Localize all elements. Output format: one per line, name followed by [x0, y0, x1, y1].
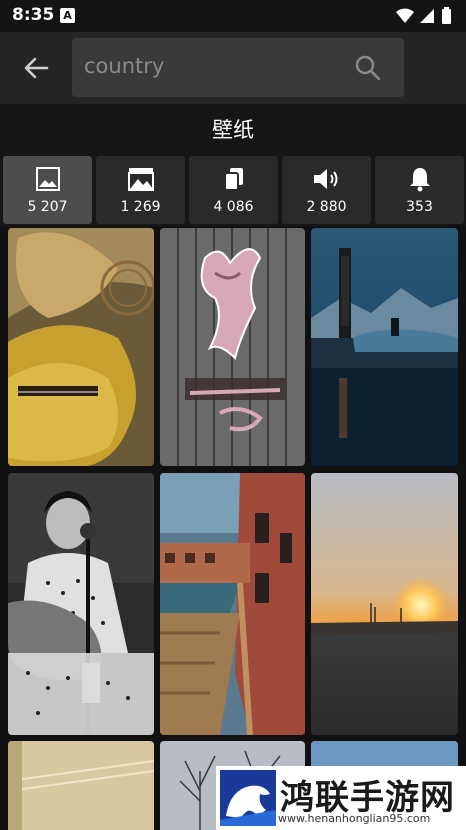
- notification-a-icon: A: [60, 8, 75, 23]
- search-icon[interactable]: [354, 54, 382, 82]
- wallpaper-woman-guitar-microphone[interactable]: [8, 473, 154, 735]
- wallpaper-guitar-hat[interactable]: [8, 228, 154, 466]
- category-tabs: 5 207 1 269 4 086 2 880 353: [0, 154, 466, 226]
- bell-icon: [409, 168, 430, 192]
- tab-images[interactable]: 5 207: [3, 156, 92, 224]
- status-time: 8:35: [12, 5, 55, 25]
- wallpaper-town-canal[interactable]: [160, 473, 305, 735]
- watermark-url: www.henanhonglian95.com: [278, 812, 431, 825]
- wallpaper-grid: [0, 226, 466, 830]
- speaker-icon: [313, 169, 337, 189]
- tab-collections[interactable]: 4 086: [189, 156, 278, 224]
- tab-notifications[interactable]: 353: [375, 156, 464, 224]
- cards-icon: [223, 168, 243, 191]
- wallpaper-motel-night[interactable]: [311, 228, 458, 466]
- landscape-icon: [127, 168, 154, 191]
- wifi-icon: [396, 8, 414, 23]
- watermark-banner: 鸿联手游网 www.henanhonglian95.com: [216, 766, 466, 830]
- page-title: 壁纸: [0, 104, 466, 154]
- tab-collections-count: 4 086: [213, 199, 254, 215]
- status-bar: 8:35 A: [0, 0, 466, 32]
- tab-ringtones[interactable]: 2 880: [282, 156, 371, 224]
- wallpaper-sunset-field[interactable]: [311, 473, 458, 735]
- signal-icon: [420, 9, 434, 23]
- horse-logo-icon: [220, 770, 276, 826]
- tab-landscapes[interactable]: 1 269: [96, 156, 185, 224]
- back-button[interactable]: [16, 48, 56, 88]
- image-icon: [35, 167, 60, 191]
- tab-landscapes-count: 1 269: [120, 199, 161, 215]
- search-query[interactable]: country: [84, 54, 164, 78]
- battery-icon: [442, 7, 451, 24]
- tab-images-count: 5 207: [27, 199, 68, 215]
- wallpaper-country-girl-logo[interactable]: [160, 228, 305, 466]
- search-input[interactable]: country: [72, 38, 404, 97]
- wallpaper-beige-texture[interactable]: [8, 741, 154, 830]
- search-toolbar: country: [0, 32, 466, 104]
- back-arrow-icon: [24, 57, 49, 79]
- tab-ringtones-count: 2 880: [306, 199, 347, 215]
- status-icons: [394, 6, 458, 26]
- tab-notifications-count: 353: [406, 199, 433, 215]
